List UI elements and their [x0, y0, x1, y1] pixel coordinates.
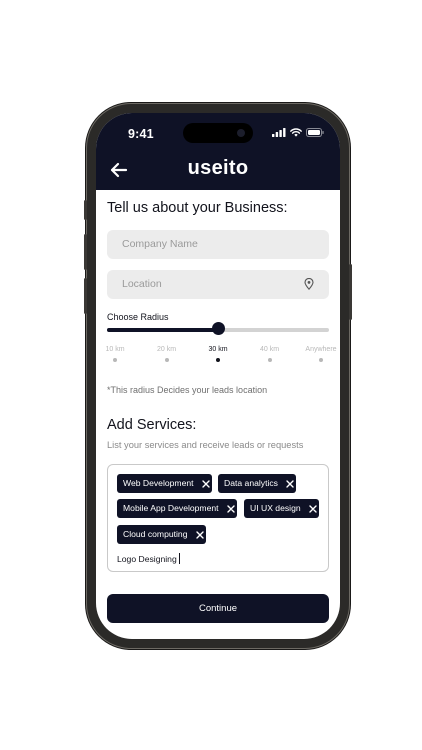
radius-slider-fill	[107, 328, 218, 332]
radius-stop[interactable]: 40 km	[245, 346, 295, 362]
continue-button[interactable]: Continue	[107, 594, 329, 623]
close-icon[interactable]	[194, 529, 206, 541]
text-caret	[179, 553, 180, 564]
company-name-placeholder: Company Name	[122, 238, 198, 250]
radius-stop-label: 30 km	[208, 346, 228, 353]
location-field[interactable]: Location	[107, 270, 329, 299]
wifi-icon	[290, 128, 302, 137]
status-icons	[272, 128, 324, 137]
services-heading: Add Services:	[107, 417, 197, 433]
volume-up-button	[84, 234, 87, 270]
action-button	[84, 200, 87, 220]
service-chip: UI UX design	[244, 499, 319, 518]
volume-down-button	[84, 278, 87, 314]
radius-stop-dot	[164, 358, 169, 362]
phone-frame: 9:41 useito Tell us about your Business:…	[84, 104, 352, 648]
company-name-field[interactable]: Company Name	[107, 230, 329, 259]
radius-note: *This radius Decides your leads location	[107, 385, 268, 395]
radius-stop-label: 10 km	[105, 346, 125, 353]
business-heading: Tell us about your Business:	[107, 200, 288, 216]
service-chip: Mobile App Development	[117, 499, 237, 518]
radius-stop-dot	[216, 358, 220, 362]
service-chip-label: Mobile App Development	[123, 503, 219, 513]
phone-screen: 9:41 useito Tell us about your Business:…	[96, 113, 340, 639]
radius-stop-dot	[113, 358, 117, 362]
radius-stop-label: 40 km	[259, 346, 280, 353]
dynamic-island	[183, 123, 253, 143]
battery-icon	[306, 128, 324, 137]
service-chip-label: UI UX design	[250, 503, 301, 513]
signal-icon	[272, 128, 286, 137]
app-header: 9:41 useito	[96, 113, 340, 190]
service-chip-label: Cloud computing	[123, 529, 188, 539]
radius-stop[interactable]: Anywhere	[296, 346, 340, 362]
radius-stop-dot	[267, 358, 272, 362]
status-time: 9:41	[128, 127, 154, 141]
radius-stop-dot	[319, 358, 323, 362]
radius-label: Choose Radius	[107, 312, 169, 322]
radius-stop-label: 20 km	[156, 346, 177, 353]
service-chip: Web Development	[117, 474, 212, 493]
close-icon[interactable]	[225, 503, 237, 515]
radius-stop[interactable]: 20 km	[142, 346, 192, 362]
services-input-box[interactable]: Web Development Data analytics Mobile Ap…	[107, 464, 329, 572]
location-placeholder: Location	[122, 278, 162, 290]
close-icon[interactable]	[307, 503, 319, 515]
power-button	[349, 264, 352, 320]
service-text-input[interactable]	[117, 552, 317, 566]
service-chip-label: Data analytics	[224, 478, 278, 488]
radius-stop[interactable]: 10 km	[96, 346, 140, 362]
brand-logo: useito	[187, 157, 249, 179]
close-icon[interactable]	[284, 478, 296, 490]
radius-slider-thumb[interactable]	[211, 322, 225, 335]
service-chip: Cloud computing	[117, 525, 206, 544]
location-pin-icon	[304, 278, 314, 290]
radius-stop-label: Anywhere	[305, 346, 337, 353]
service-chip-label: Web Development	[123, 478, 194, 488]
close-icon[interactable]	[200, 478, 212, 490]
service-chip: Data analytics	[218, 474, 296, 493]
radius-stop[interactable]: 30 km	[193, 346, 243, 362]
services-subtitle: List your services and receive leads or …	[107, 440, 304, 450]
